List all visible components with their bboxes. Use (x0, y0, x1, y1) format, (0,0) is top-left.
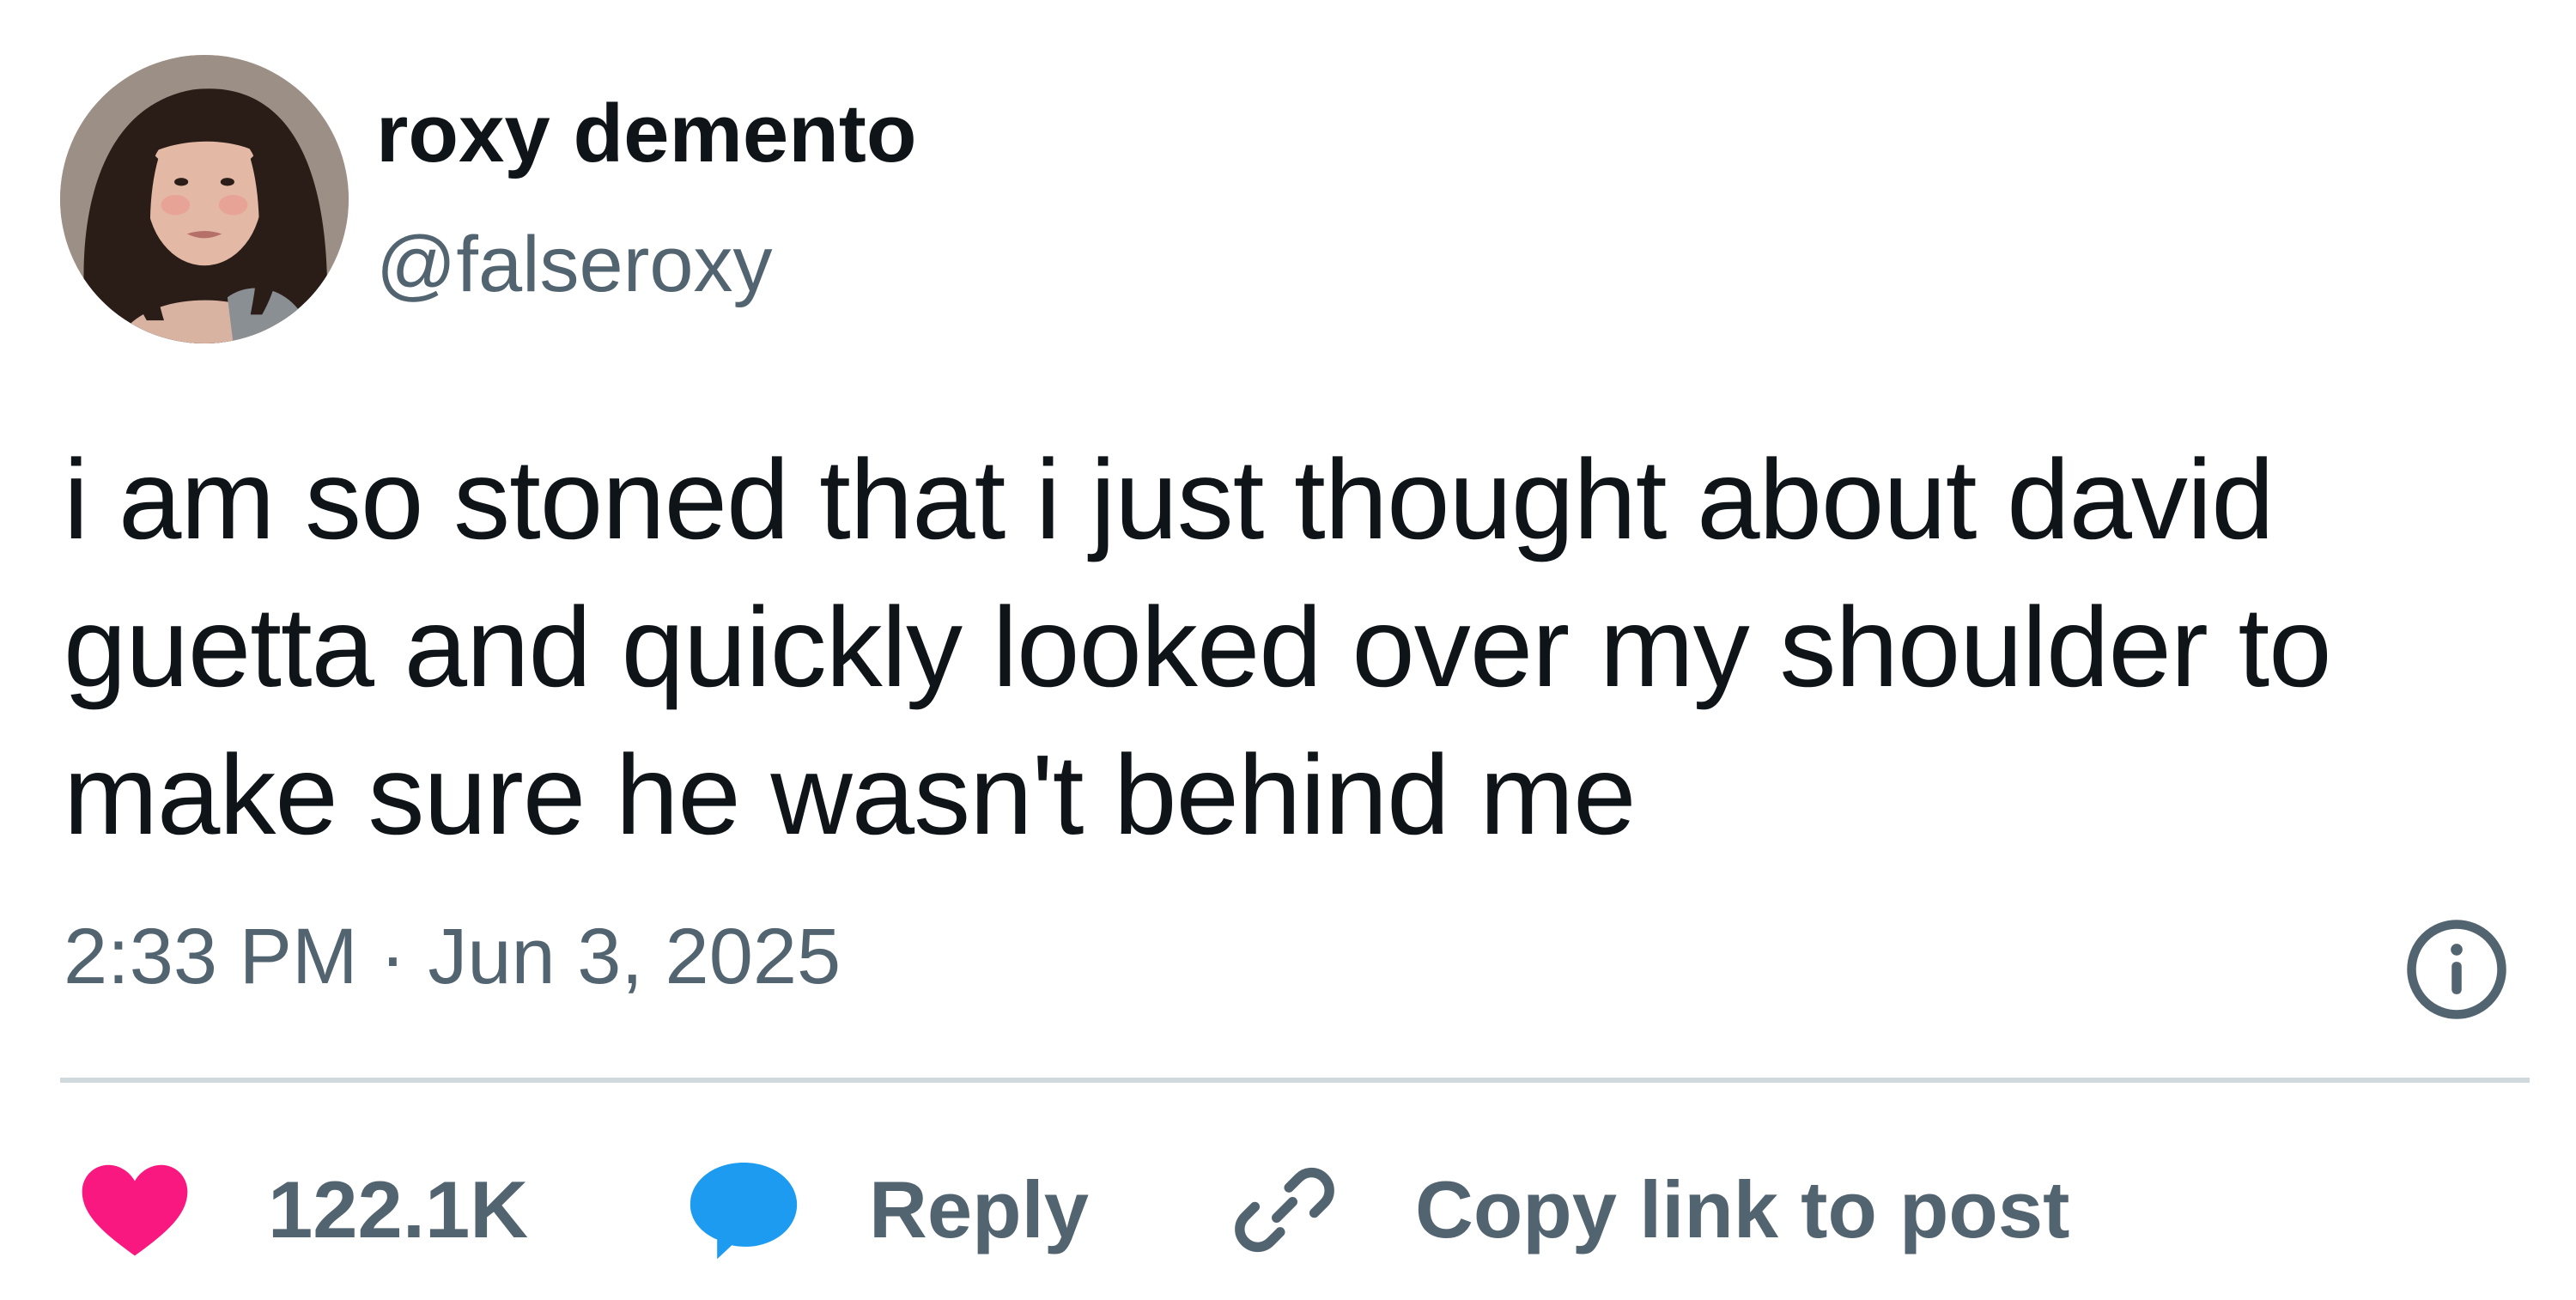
reply-label: Reply (869, 1164, 1089, 1254)
tweet-text: i am so stoned that i just thought about… (64, 436, 2332, 858)
avatar-image (60, 55, 349, 343)
heart-icon (82, 1164, 188, 1256)
author-handle[interactable]: @falseroxy (376, 225, 773, 304)
tweet-timestamp[interactable]: 2:33 PM · Jun 3, 2025 (64, 917, 841, 996)
author-display-name[interactable]: roxy demento (376, 93, 916, 175)
avatar[interactable] (60, 55, 349, 343)
chat-bubble-icon (690, 1163, 798, 1260)
info-icon[interactable] (2403, 915, 2511, 1024)
like-button[interactable]: 122.1K (79, 1154, 528, 1266)
like-count: 122.1K (268, 1164, 529, 1254)
reply-button[interactable]: Reply (687, 1154, 1089, 1266)
copy-link-button[interactable]: Copy link to post (1231, 1154, 2069, 1266)
link-icon (1235, 1167, 1334, 1253)
copy-link-label: Copy link to post (1415, 1164, 2070, 1254)
tweet-card: roxy demento @falseroxy i am so stoned t… (0, 0, 2576, 1300)
divider (60, 1078, 2530, 1083)
